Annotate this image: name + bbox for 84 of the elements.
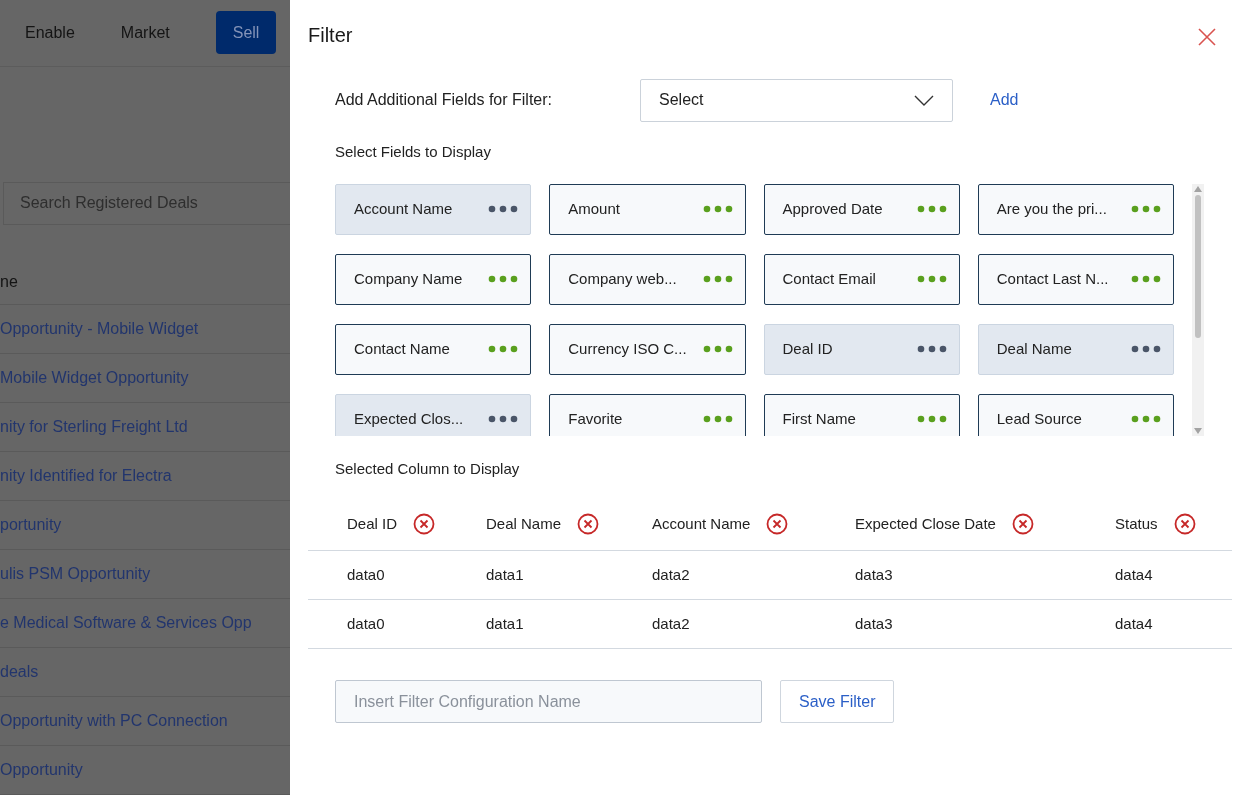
field-select[interactable]: Select — [640, 78, 953, 122]
field-chip[interactable]: Favorite — [549, 393, 746, 436]
field-label: Deal ID — [782, 338, 833, 359]
more-dots-icon[interactable] — [916, 345, 947, 353]
table-cell-text: data4 — [1115, 613, 1154, 634]
column-header: Deal Name — [486, 513, 562, 534]
more-dots-icon[interactable] — [488, 205, 519, 213]
field-label: First Name — [782, 408, 856, 429]
remove-icon[interactable] — [1173, 513, 1196, 535]
field-chip[interactable]: Currency ISO C... — [549, 323, 746, 375]
more-dots-icon[interactable] — [488, 345, 519, 353]
field-chip[interactable]: Deal ID — [763, 323, 960, 375]
field-label: Contact Name — [354, 338, 450, 359]
filter-name-field[interactable]: Insert Filter Configuration Name — [335, 680, 762, 723]
field-chip[interactable]: Approved Date — [763, 183, 960, 235]
column-header: Deal ID — [347, 513, 398, 534]
nav-tab[interactable]: Sell — [215, 11, 277, 55]
more-dots-icon[interactable] — [916, 415, 947, 423]
table-cell-text: data4 — [1115, 564, 1154, 585]
field-chip[interactable]: Amount — [549, 183, 746, 235]
remove-icon[interactable] — [766, 513, 789, 535]
field-label: Add Additional Fields for Filter: — [335, 90, 553, 110]
table-cell-text: data1 — [486, 613, 525, 634]
field-chip[interactable]: Account Name — [335, 183, 532, 235]
field-chip[interactable]: Contact Email — [763, 253, 960, 305]
more-dots-icon[interactable] — [702, 345, 733, 353]
table-cell-text: data3 — [855, 564, 894, 585]
field-chip[interactable]: Contact Name — [335, 323, 532, 375]
column-header: ne — [0, 260, 290, 305]
panel-title: Filter — [308, 23, 353, 48]
remove-icon[interactable] — [413, 513, 436, 535]
field-chip[interactable]: Expected Clos... — [335, 393, 532, 436]
chevron-down-icon — [914, 94, 934, 106]
field-chip[interactable]: Company Name — [335, 253, 532, 305]
column-header: Expected Close Date — [855, 513, 996, 534]
field-label: Contact Email — [782, 268, 876, 289]
more-dots-icon[interactable] — [702, 415, 733, 423]
field-label: Account Name — [354, 198, 453, 219]
remove-icon[interactable] — [577, 513, 600, 535]
field-chip[interactable]: Are you the pri... — [977, 183, 1174, 235]
scroll-up-icon[interactable] — [1194, 185, 1202, 192]
table-cell-text: data0 — [347, 564, 386, 585]
field-chip[interactable]: First Name — [763, 393, 960, 436]
more-dots-icon[interactable] — [488, 275, 519, 283]
search-field[interactable]: Search Registered Deals — [3, 181, 290, 225]
field-chip[interactable]: Company web... — [549, 253, 746, 305]
field-label: Contact Last N... — [996, 268, 1109, 289]
column-header: Status — [1115, 513, 1158, 534]
more-dots-icon[interactable] — [916, 205, 947, 213]
field-label: Expected Clos... — [354, 408, 464, 429]
field-label: Company web... — [568, 268, 677, 289]
remove-icon[interactable] — [1011, 513, 1034, 535]
more-dots-icon[interactable] — [1131, 275, 1161, 283]
table-cell-text: data2 — [652, 564, 691, 585]
section-heading: Selected Column to Display — [334, 458, 521, 479]
more-dots-icon[interactable] — [702, 205, 733, 213]
close-icon[interactable] — [1197, 27, 1217, 47]
save-filter-button[interactable]: Save Filter — [780, 680, 895, 723]
field-label: Amount — [568, 198, 620, 219]
table-cell-text: data0 — [347, 613, 386, 634]
field-label: Are you the pri... — [996, 198, 1107, 219]
table-cell-text: data2 — [652, 613, 691, 634]
scrollbar[interactable] — [1192, 183, 1204, 436]
table-cell-text: data3 — [855, 613, 894, 634]
field-chip[interactable]: Deal Name — [977, 323, 1174, 375]
more-dots-icon[interactable] — [916, 275, 947, 283]
more-dots-icon[interactable] — [1131, 415, 1161, 423]
field-chip[interactable]: Contact Last N... — [977, 253, 1174, 305]
field-label: Favorite — [568, 408, 623, 429]
scroll-down-icon[interactable] — [1194, 427, 1202, 434]
field-label: Company Name — [354, 268, 463, 289]
column-header: Account Name — [652, 513, 751, 534]
more-dots-icon[interactable] — [488, 415, 519, 423]
more-dots-icon[interactable] — [1131, 205, 1161, 213]
table-cell-text: data1 — [486, 564, 525, 585]
field-label: Lead Source — [996, 408, 1082, 429]
field-label: Approved Date — [782, 198, 883, 219]
field-label: Currency ISO C... — [568, 338, 687, 359]
more-dots-icon[interactable] — [1131, 345, 1161, 353]
section-heading: Select Fields to Display — [334, 142, 492, 162]
more-dots-icon[interactable] — [702, 275, 733, 283]
field-chip[interactable]: Lead Source — [977, 393, 1174, 436]
field-label: Deal Name — [996, 338, 1072, 359]
add-link[interactable]: Add — [990, 88, 1019, 112]
